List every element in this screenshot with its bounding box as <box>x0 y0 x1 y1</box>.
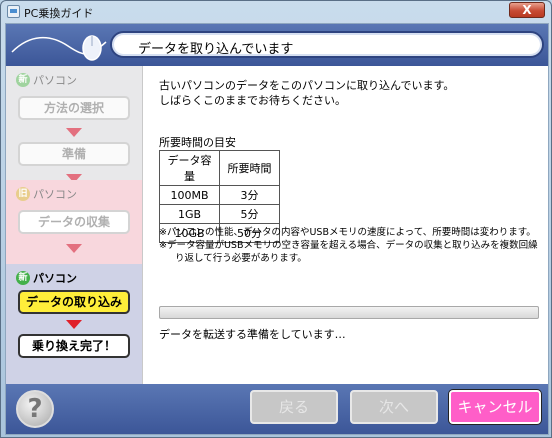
old-badge-icon: 旧 <box>16 187 30 201</box>
step-sidebar: 新 パソコン 方法の選択 準備 旧 パソコン データの収集 新 パソコン データ… <box>6 66 142 384</box>
title-bar[interactable]: PC乗換ガイド X <box>1 1 551 23</box>
mouse-icon <box>11 35 107 61</box>
client-area: データを取り込んでいます 新 パソコン 方法の選択 準備 旧 パソコン データの… <box>5 23 549 435</box>
status-text: データを転送する準備をしています… <box>159 328 346 341</box>
table-cell: 1GB <box>159 204 220 224</box>
back-button[interactable]: 戻る <box>250 390 338 424</box>
old-pc-section: 旧 パソコン データの収集 <box>6 180 142 264</box>
step-method-select: 方法の選択 <box>18 96 130 120</box>
old-pc-label: 旧 パソコン <box>16 186 77 202</box>
instruction-message: 古いパソコンのデータをこのパソコンに取り込んでいます。 しばらくこのままでお待ち… <box>159 78 454 108</box>
new-badge-icon: 新 <box>16 271 30 285</box>
app-window: PC乗換ガイド X データを取り込んでいます 新 パソコン 方法の選択 準備 旧… <box>0 0 552 438</box>
time-estimate-title: 所要時間の目安 <box>159 136 236 149</box>
window-title: PC乗換ガイド <box>24 7 94 20</box>
old-pc-label-text: パソコン <box>33 188 77 201</box>
column-header: 所要時間 <box>219 150 280 186</box>
new-pc-label-text: パソコン <box>33 272 77 285</box>
transfer-progress-bar <box>159 306 539 319</box>
message-line: 古いパソコンのデータをこのパソコンに取り込んでいます。 <box>159 79 455 92</box>
page-title: データを取り込んでいます <box>138 42 294 57</box>
table-cell: 3分 <box>219 185 280 205</box>
new-pc-label-1: 新 パソコン <box>16 72 77 88</box>
arrow-down-icon <box>66 320 82 329</box>
step-complete: 乗り換え完了！ <box>18 334 130 358</box>
new-pc-label-2: 新 パソコン <box>16 270 77 286</box>
page-title-box: データを取り込んでいます <box>110 31 544 58</box>
next-button[interactable]: 次へ <box>350 390 438 424</box>
table-cell: 5分 <box>219 204 280 224</box>
table-header-row: データ容量 所要時間 <box>159 150 280 186</box>
arrow-down-icon <box>66 128 82 137</box>
header-band: データを取り込んでいます <box>6 24 548 66</box>
footer-bar: ? 戻る 次へ キャンセル <box>6 384 548 434</box>
message-line: しばらくこのままでお待ちください。 <box>159 94 346 107</box>
arrow-down-icon <box>66 244 82 253</box>
step-prepare: 準備 <box>18 142 130 166</box>
close-button[interactable]: X <box>509 2 545 18</box>
app-icon <box>7 5 20 18</box>
step-collect: データの収集 <box>18 210 130 234</box>
new-badge-icon: 新 <box>16 73 30 87</box>
new-pc-label-text: パソコン <box>33 74 77 87</box>
table-cell: 100MB <box>159 185 220 205</box>
table-row: 100MB 3分 <box>159 185 280 205</box>
new-pc-section-2: 新 パソコン データの取り込み 乗り換え完了！ <box>6 264 142 384</box>
notes: ※パソコンの性能、データの内容やUSBメモリの速度によって、所要時間は変わります… <box>159 226 539 265</box>
cancel-button[interactable]: キャンセル <box>449 390 541 424</box>
table-row: 1GB 5分 <box>159 204 280 224</box>
note-text: ※パソコンの性能、データの内容やUSBメモリの速度によって、所要時間は変わります… <box>159 227 536 238</box>
help-button[interactable]: ? <box>16 390 54 428</box>
step-import: データの取り込み <box>18 290 130 314</box>
note-text: ※データ容量がUSBメモリの空き容量を超える場合、データの収集と取り込みを複数回… <box>159 240 538 264</box>
main-content: 古いパソコンのデータをこのパソコンに取り込んでいます。 しばらくこのままでお待ち… <box>142 66 548 384</box>
column-header: データ容量 <box>159 150 220 186</box>
